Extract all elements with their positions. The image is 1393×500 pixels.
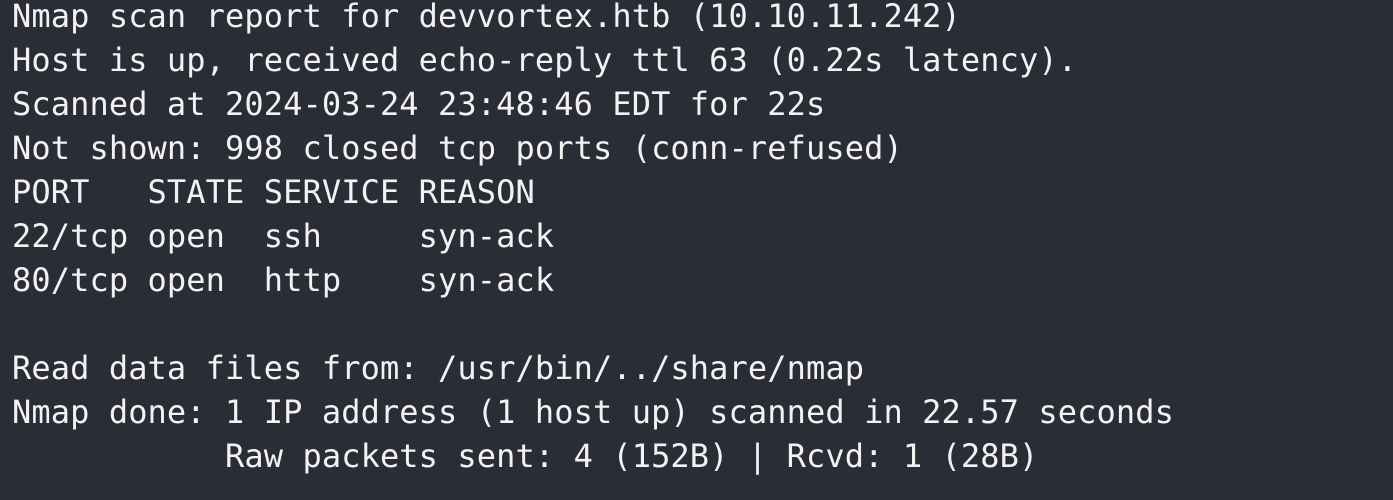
host-status-line: Host is up, received echo-reply ttl 63 (… (12, 41, 1078, 79)
port-row-80: 80/tcp open http syn-ack (12, 261, 555, 299)
not-shown-line: Not shown: 998 closed tcp ports (conn-re… (12, 129, 903, 167)
raw-packets-line: Raw packets sent: 4 (152B) | Rcvd: 1 (28… (12, 437, 1039, 475)
data-files-line: Read data files from: /usr/bin/../share/… (12, 349, 865, 387)
scan-time-line: Scanned at 2024-03-24 23:48:46 EDT for 2… (12, 85, 826, 123)
port-table-header: PORT STATE SERVICE REASON (12, 173, 535, 211)
port-row-22: 22/tcp open ssh syn-ack (12, 217, 555, 255)
terminal-output[interactable]: Nmap scan report for devvortex.htb (10.1… (0, 0, 1393, 500)
nmap-done-line: Nmap done: 1 IP address (1 host up) scan… (12, 393, 1174, 431)
scan-report-line: Nmap scan report for devvortex.htb (10.1… (12, 0, 961, 35)
